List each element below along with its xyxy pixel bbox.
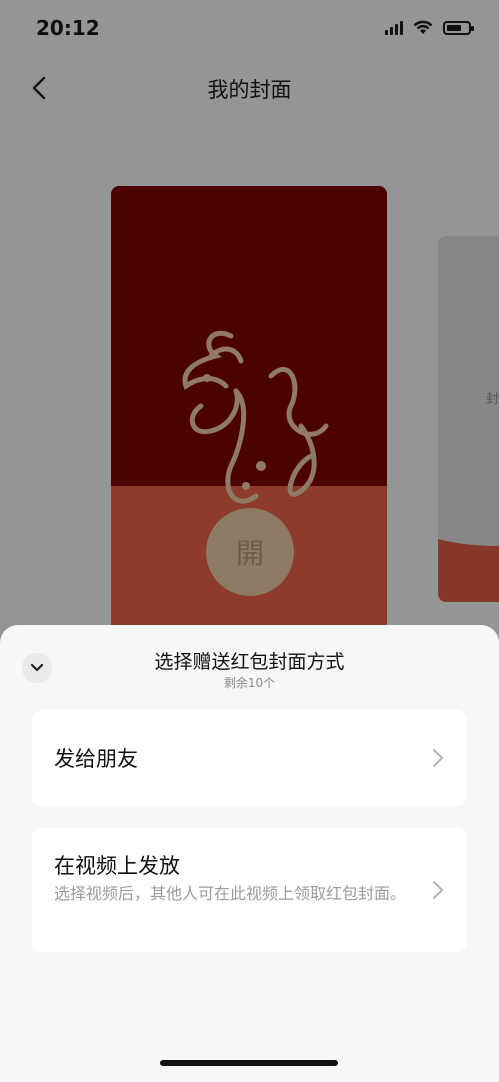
signal-icon <box>385 20 403 35</box>
dragon-calligraphy-art <box>182 331 329 504</box>
wifi-icon <box>413 20 433 34</box>
status-icons <box>385 20 474 35</box>
post-on-video-option[interactable]: 在视频上发放 选择视频后，其他人可在此视频上领取红包封面。 <box>32 828 467 952</box>
chevron-right-icon <box>433 749 443 767</box>
red-envelope-cover[interactable]: 開 <box>111 186 387 656</box>
send-to-friend-option[interactable]: 发给朋友 <box>32 710 467 806</box>
page-title: 我的封面 <box>207 78 292 102</box>
bottom-sheet: 选择赠送红包封面方式 剩余10个 发给朋友 在视频上发放 选择视频后，其他人可在… <box>0 625 499 1082</box>
option-label: 在视频上发放 <box>54 854 180 878</box>
chevron-right-icon <box>433 881 443 899</box>
nav-bar: 我的封面 <box>0 60 499 116</box>
option-label: 发给朋友 <box>54 747 138 771</box>
battery-icon <box>443 20 474 35</box>
peek-curve <box>438 476 499 546</box>
open-button[interactable]: 開 <box>206 508 294 596</box>
peek-cover-text: 封 <box>486 392 499 407</box>
status-time: 20:12 <box>36 16 100 40</box>
status-bar: 20:12 <box>0 0 499 60</box>
remaining-count: 剩余10个 <box>223 676 276 690</box>
option-description: 选择视频后，其他人可在此视频上领取红包封面。 <box>54 884 407 903</box>
home-indicator[interactable] <box>160 1060 338 1066</box>
sheet-title: 选择赠送红包封面方式 <box>154 651 345 673</box>
next-cover-peek[interactable]: 封 <box>438 236 499 602</box>
screen: 20:12 我的封面 開 封 选择赠送红包封面方式 剩余10个 发给朋友 在视频… <box>0 0 499 1082</box>
